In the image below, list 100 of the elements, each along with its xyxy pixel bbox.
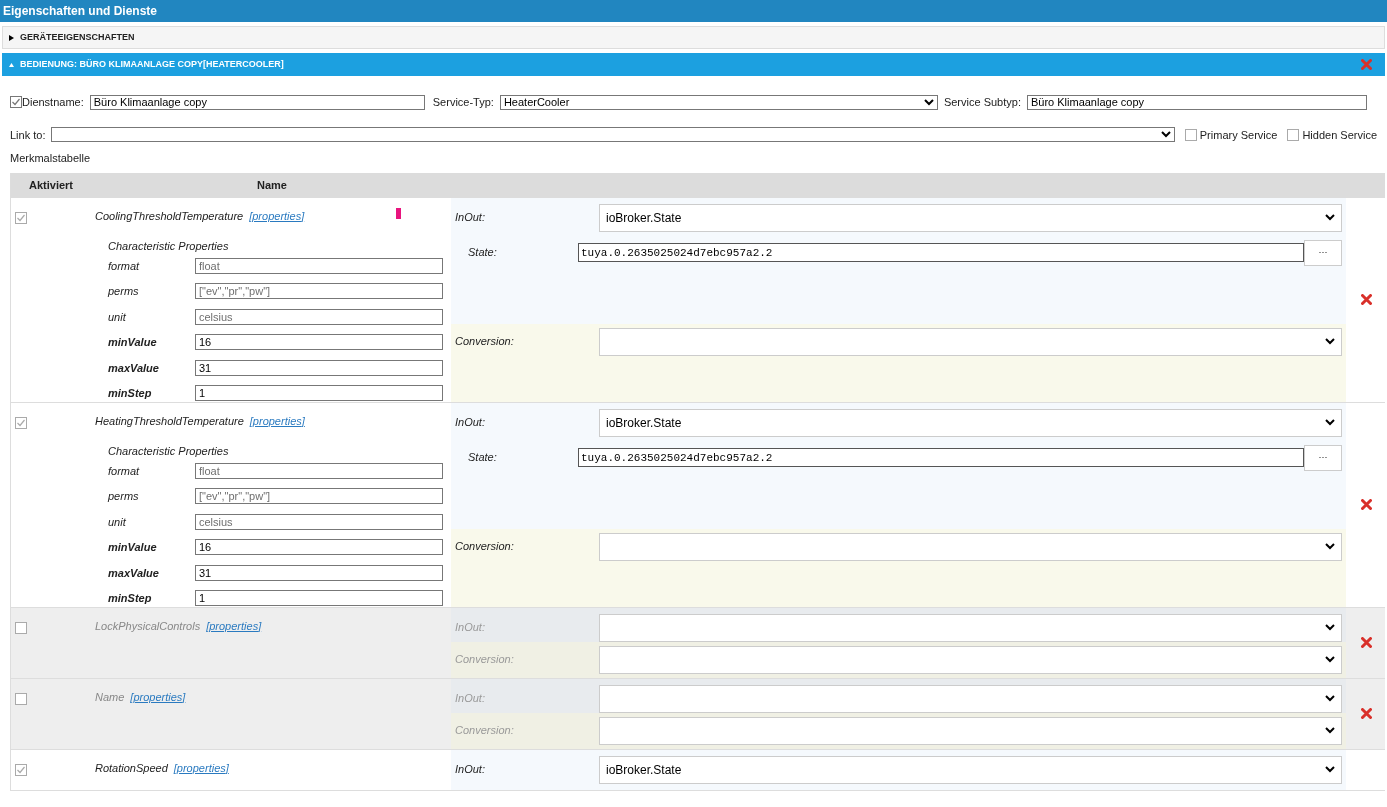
subtype-input[interactable]: Büro Klimaanlage copy xyxy=(1026,94,1367,110)
property-input[interactable]: 31 xyxy=(195,564,443,581)
property-label: maxValue xyxy=(108,360,160,376)
properties-link[interactable]: [properties] xyxy=(249,414,305,427)
caret-icon xyxy=(1325,656,1335,663)
field-label: Conversion: xyxy=(455,539,515,555)
property-input[interactable]: celsius xyxy=(195,513,443,530)
conversion-select[interactable] xyxy=(599,532,1342,561)
field-label: Service-Typ: xyxy=(432,95,494,110)
property-label: maxValue xyxy=(108,565,160,581)
collapse-icon xyxy=(9,61,14,68)
property-input[interactable]: float xyxy=(195,257,443,274)
properties-link[interactable]: [properties] xyxy=(130,690,186,703)
checkbox[interactable] xyxy=(15,211,27,224)
browse-button[interactable]: ··· xyxy=(1304,239,1342,266)
properties-link[interactable]: [properties] xyxy=(249,209,305,222)
property-input[interactable]: 16 xyxy=(195,539,443,555)
checkbox[interactable] xyxy=(15,621,27,634)
field-label: Conversion: xyxy=(455,334,515,350)
caret-icon xyxy=(923,98,934,106)
delete-icon[interactable] xyxy=(1360,708,1372,719)
caret-icon xyxy=(1325,695,1335,702)
checkbox[interactable] xyxy=(15,416,27,429)
characteristic-name: RotationSpeed xyxy=(95,761,168,774)
property-input[interactable]: 31 xyxy=(195,359,443,376)
checkbox[interactable] xyxy=(10,96,22,109)
column-header: Name xyxy=(256,177,288,193)
property-input[interactable]: float xyxy=(195,462,443,479)
caret-icon xyxy=(1325,766,1335,773)
delete-icon[interactable] xyxy=(1360,499,1372,510)
caret-icon xyxy=(1325,214,1335,221)
browse-button[interactable]: ··· xyxy=(1304,444,1342,471)
name-input[interactable]: Büro Klimaanlage copy xyxy=(89,94,425,110)
checkbox[interactable] xyxy=(1184,128,1197,141)
properties-link[interactable]: [properties] xyxy=(206,619,262,632)
characteristic-name: HeatingThresholdTemperature xyxy=(95,414,244,427)
inout-select[interactable]: ioBroker.State xyxy=(599,203,1342,232)
property-label: perms xyxy=(108,284,140,299)
caret-icon xyxy=(1325,624,1335,631)
property-label: minValue xyxy=(108,540,158,555)
property-label: format xyxy=(108,258,141,274)
field-label: InOut: xyxy=(455,691,486,707)
inout-select[interactable]: ioBroker.State xyxy=(599,755,1342,784)
section-title: BEDIENUNG: BÜRO KLIMAANLAGE COPY[HEATERCOOLER] xyxy=(20,57,284,71)
property-label: minValue xyxy=(108,335,158,350)
caret-icon xyxy=(1325,338,1335,345)
property-label: perms xyxy=(108,489,140,504)
accordion-header[interactable]: GERÄTEEIGENSCHAFTEN xyxy=(2,26,1385,49)
inout-select[interactable] xyxy=(599,684,1342,713)
field-label: State: xyxy=(468,245,498,261)
property-label: minStep xyxy=(108,591,153,606)
caret-icon xyxy=(1325,727,1335,734)
conversion-select[interactable] xyxy=(599,716,1342,745)
panel-title: Eigenschaften und Dienste xyxy=(0,0,1387,22)
field-label: State: xyxy=(468,450,498,466)
properties-title: Characteristic Properties xyxy=(107,239,230,254)
field-label: Link to: xyxy=(10,127,46,143)
property-input[interactable]: ["ev","pr","pw"] xyxy=(195,488,443,504)
characteristic-name: LockPhysicalControls xyxy=(95,619,201,632)
characteristic-name: Name xyxy=(95,690,125,703)
conversion-select[interactable] xyxy=(599,327,1342,356)
delete-icon[interactable] xyxy=(1360,637,1372,648)
property-input[interactable]: ["ev","pr","pw"] xyxy=(195,283,443,299)
property-label: unit xyxy=(108,309,127,325)
property-input[interactable]: celsius xyxy=(195,308,443,325)
properties-link[interactable]: [properties] xyxy=(173,761,229,774)
table-caption: Merkmalstabelle xyxy=(9,151,92,166)
property-input[interactable]: 16 xyxy=(195,334,443,350)
field-label: Conversion: xyxy=(455,652,515,668)
checkbox[interactable] xyxy=(15,692,27,705)
checkbox-label: Hidden Service xyxy=(1302,127,1377,143)
state-input[interactable]: tuya.0.2635025024d7ebc957a2.2 xyxy=(578,243,1304,262)
conversion-select[interactable] xyxy=(599,645,1342,674)
column-header: Aktiviert xyxy=(28,177,75,193)
property-label: unit xyxy=(108,514,127,530)
delete-icon[interactable] xyxy=(1360,294,1372,305)
type-select[interactable]: HeaterCooler xyxy=(499,94,938,110)
field-label: Dienstname: xyxy=(22,95,84,110)
property-input[interactable]: 1 xyxy=(195,385,443,401)
state-input[interactable]: tuya.0.2635025024d7ebc957a2.2 xyxy=(578,448,1304,467)
section-title: GERÄTEEIGENSCHAFTEN xyxy=(20,30,135,44)
property-input[interactable]: 1 xyxy=(195,590,443,606)
field-label: InOut: xyxy=(455,762,486,778)
caret-icon xyxy=(1325,543,1335,550)
field-label: InOut: xyxy=(455,620,486,636)
checkbox[interactable] xyxy=(1287,128,1300,141)
property-label: format xyxy=(108,463,141,479)
property-label: minStep xyxy=(108,386,153,401)
caret-icon xyxy=(1160,131,1171,139)
inout-select[interactable]: ioBroker.State xyxy=(599,408,1342,437)
expand-icon xyxy=(9,34,14,41)
checkbox-label: Primary Service xyxy=(1199,127,1278,143)
field-label: Service Subtyp: xyxy=(943,95,1021,110)
field-label: Conversion: xyxy=(455,723,515,739)
field-label: InOut: xyxy=(455,210,486,226)
link-select[interactable] xyxy=(51,127,1175,143)
inout-select[interactable] xyxy=(599,613,1342,642)
checkbox[interactable] xyxy=(15,763,27,776)
characteristic-name: CoolingThresholdTemperature xyxy=(95,209,244,222)
properties-title: Characteristic Properties xyxy=(107,444,230,459)
